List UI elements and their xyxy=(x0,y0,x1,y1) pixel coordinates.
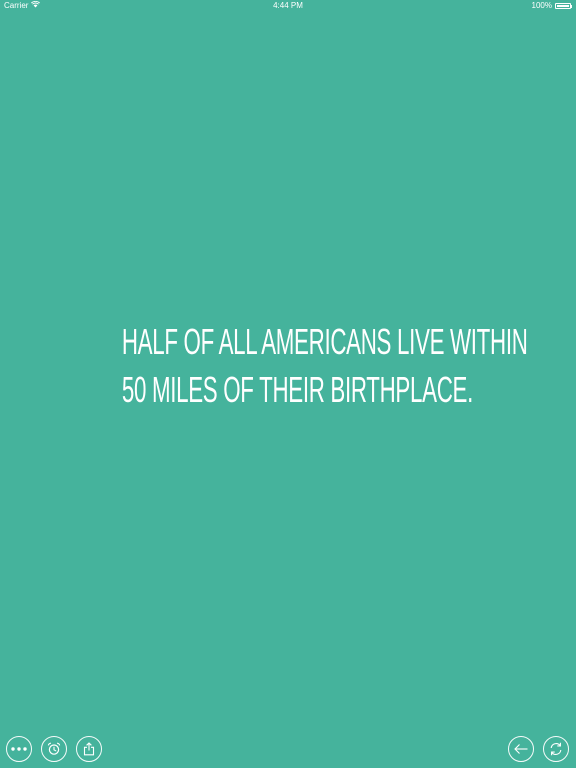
share-button[interactable] xyxy=(76,736,102,762)
refresh-icon xyxy=(548,741,564,757)
status-right: 100% xyxy=(532,0,572,12)
share-icon xyxy=(83,742,95,756)
fact-line-2: 50 miles of their birthplace. xyxy=(121,369,473,410)
more-icon xyxy=(11,747,27,751)
more-button[interactable] xyxy=(6,736,32,762)
status-time: 4:44 PM xyxy=(273,1,303,10)
battery-percent: 100% xyxy=(531,1,552,10)
fact-line-1: Half of all Americans live within xyxy=(121,321,528,362)
bottom-toolbar-left xyxy=(6,736,102,762)
status-bar: Carrier 4:44 PM 100% xyxy=(0,0,576,12)
bottom-toolbar-right xyxy=(508,736,569,762)
back-arrow-icon xyxy=(513,743,529,755)
back-button[interactable] xyxy=(508,736,534,762)
fact-text: Half of all Americans live within 50 mil… xyxy=(121,318,528,414)
battery-icon xyxy=(555,3,571,9)
alarm-icon xyxy=(47,742,61,756)
alarm-button[interactable] xyxy=(41,736,67,762)
battery-tip xyxy=(571,4,572,8)
refresh-button[interactable] xyxy=(543,736,569,762)
